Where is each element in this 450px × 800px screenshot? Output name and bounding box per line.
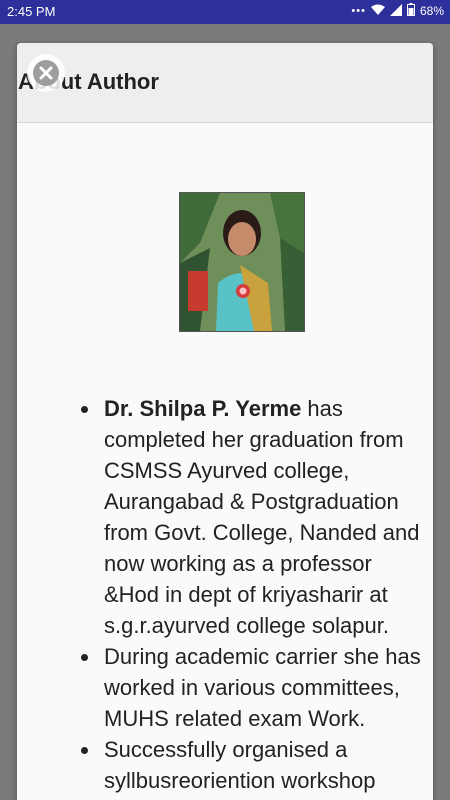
dialog-header: About Author [17, 43, 433, 123]
bio-item-2: During academic carrier she has worked i… [77, 641, 427, 734]
status-time: 2:45 PM [7, 4, 56, 19]
signal-icon [389, 3, 402, 19]
author-name: Dr. Shilpa P. Yerme [104, 396, 302, 421]
status-bar: 2:45 PM ••• 68% [0, 0, 450, 24]
bio-item-3: Successfully organised a syllbusreorient… [77, 734, 427, 796]
author-photo [179, 192, 305, 332]
bullet-icon [81, 406, 88, 413]
about-author-dialog: About Author Dr. Shilpa P. Yerme has com… [17, 43, 433, 800]
bio-item-1: Dr. Shilpa P. Yerme has completed her gr… [77, 393, 427, 641]
status-icons: ••• 68% [351, 3, 444, 19]
battery-percentage: 68% [419, 4, 444, 18]
bio-text-2: During academic carrier she has worked i… [104, 644, 421, 731]
bio-text-3: Successfully organised a syllbusreorient… [104, 737, 376, 793]
notification-dots-icon: ••• [351, 5, 366, 17]
bio-list: Dr. Shilpa P. Yerme has completed her gr… [77, 393, 427, 796]
close-button[interactable] [27, 54, 65, 92]
close-circle-icon [33, 60, 59, 86]
bullet-icon [81, 654, 88, 661]
wifi-icon [370, 4, 385, 19]
bullet-icon [81, 747, 88, 754]
battery-icon [406, 3, 415, 19]
bio-text-1: has completed her graduation from CSMSS … [104, 396, 420, 638]
